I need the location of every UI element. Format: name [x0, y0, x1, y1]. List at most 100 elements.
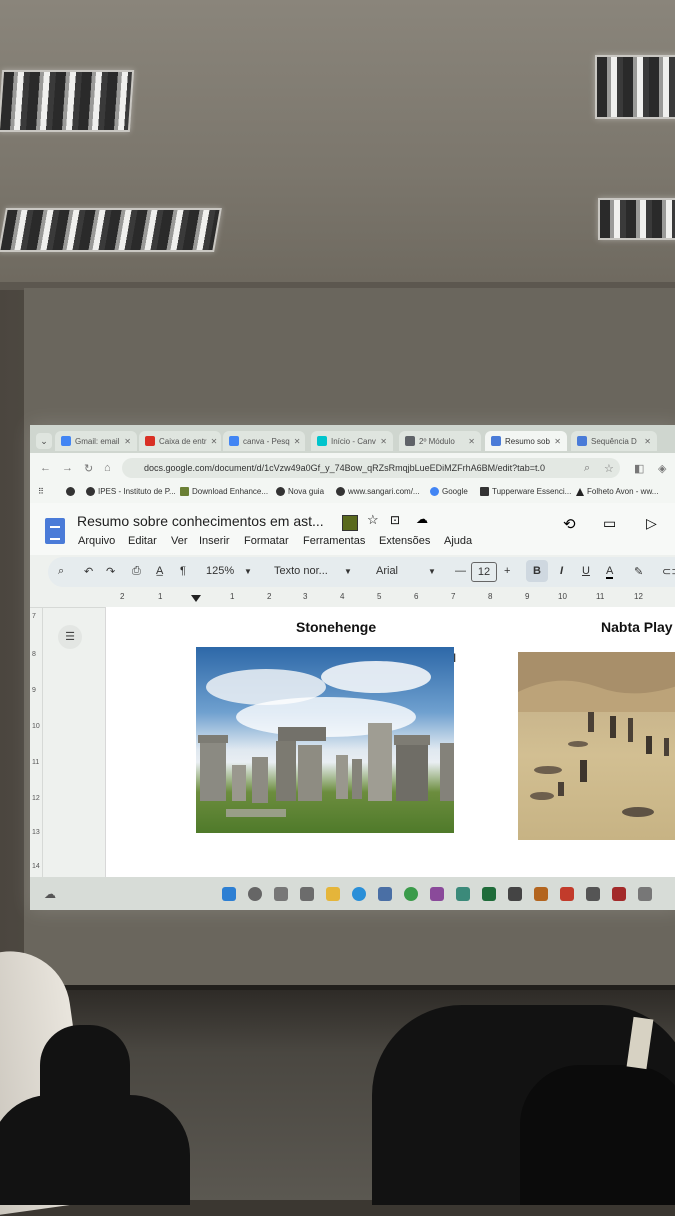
- widgets-icon[interactable]: [300, 887, 314, 901]
- menu-arquivo[interactable]: Arquivo: [78, 535, 115, 547]
- home-icon[interactable]: ⌂: [104, 462, 111, 474]
- history-icon[interactable]: ⟲: [563, 515, 576, 533]
- chevron-down-icon: ▼: [428, 567, 436, 576]
- app-icon[interactable]: [378, 887, 392, 901]
- browser-tab[interactable]: Caixa de entr ✕: [139, 431, 221, 451]
- forward-icon[interactable]: →: [62, 462, 73, 474]
- bookmark-item[interactable]: Tupperware Essenci...: [480, 487, 571, 496]
- zoom-select[interactable]: 125%: [206, 565, 234, 577]
- docs-logo-icon[interactable]: [45, 518, 65, 544]
- app-icon[interactable]: [638, 887, 652, 901]
- paint-format-icon[interactable]: ¶: [180, 565, 186, 577]
- print-icon[interactable]: ⎙: [132, 565, 141, 578]
- font-size-field[interactable]: 12: [471, 562, 497, 582]
- redo-icon[interactable]: ↷: [106, 565, 115, 578]
- extension-icon[interactable]: ◧: [634, 462, 644, 475]
- app-icon[interactable]: [508, 887, 522, 901]
- spellcheck-icon[interactable]: A̲: [156, 565, 163, 577]
- ruler-number: 7: [32, 613, 36, 620]
- nabta-playa-image[interactable]: [518, 652, 675, 840]
- close-icon[interactable]: ✕: [554, 437, 561, 446]
- increase-font-icon[interactable]: +: [504, 565, 510, 577]
- ruler-number: 2: [120, 592, 125, 601]
- ruler-number: 1: [230, 592, 235, 601]
- menu-formatar[interactable]: Formatar: [244, 535, 289, 547]
- ruler-number: 11: [32, 759, 40, 766]
- bookmark-item[interactable]: Folheto Avon - ww...: [576, 487, 658, 496]
- close-icon[interactable]: ✕: [644, 437, 651, 446]
- ceiling-light: [598, 198, 675, 240]
- app-icon[interactable]: [560, 887, 574, 901]
- meet-icon[interactable]: ▷: [646, 515, 657, 532]
- text-color-button[interactable]: A: [606, 565, 614, 579]
- italic-button[interactable]: I: [560, 565, 563, 577]
- close-icon[interactable]: ✕: [380, 437, 387, 446]
- close-icon[interactable]: ✕: [211, 437, 218, 446]
- menu-inserir[interactable]: Inserir: [199, 535, 230, 547]
- app-icon[interactable]: [430, 887, 444, 901]
- document-outline-button[interactable]: ☰: [58, 625, 82, 649]
- browser-tab[interactable]: 2º Módulo ✕: [399, 431, 481, 451]
- document-title[interactable]: Resumo sobre conhecimentos em ast...: [77, 513, 324, 529]
- task-view-icon[interactable]: [274, 887, 288, 901]
- menu-editar[interactable]: Editar: [128, 535, 157, 547]
- underline-button[interactable]: U: [582, 565, 590, 577]
- search-icon[interactable]: ⌕: [58, 565, 64, 578]
- menu-ver[interactable]: Ver: [171, 535, 188, 547]
- menu-ferramentas[interactable]: Ferramentas: [303, 535, 365, 547]
- apps-icon[interactable]: ⠿: [38, 487, 44, 496]
- link-icon[interactable]: ⊂⊃: [662, 565, 675, 578]
- app-icon[interactable]: [612, 887, 626, 901]
- browser-tab-active[interactable]: Resumo sob ✕: [485, 431, 567, 451]
- app-icon[interactable]: [586, 887, 600, 901]
- app-icon[interactable]: [456, 887, 470, 901]
- browser-tab[interactable]: Gmail: email ✕: [55, 431, 137, 451]
- url-field[interactable]: docs.google.com/document/d/1cVzw49a0Gf_y…: [122, 458, 620, 478]
- bookmark-star-icon[interactable]: ☆: [604, 462, 614, 475]
- highlight-icon[interactable]: ✎: [634, 565, 643, 578]
- bookmarks-bar: ⠿ IPES - Instituto de P... Download Enha…: [30, 483, 675, 503]
- comment-icon[interactable]: ▭: [603, 515, 616, 532]
- cloud-status-icon[interactable]: ☁: [416, 512, 428, 526]
- browser-tab[interactable]: Início - Canv ✕: [311, 431, 393, 451]
- star-icon[interactable]: ☆: [367, 512, 379, 528]
- weather-icon[interactable]: ☁: [44, 887, 56, 901]
- close-icon[interactable]: ✕: [294, 437, 301, 446]
- file-explorer-icon[interactable]: [326, 887, 340, 901]
- chrome-icon[interactable]: [404, 887, 418, 901]
- back-icon[interactable]: ←: [40, 462, 51, 474]
- decrease-font-icon[interactable]: —: [455, 565, 466, 577]
- bookmark-item[interactable]: IPES - Instituto de P...: [86, 487, 176, 496]
- stonehenge-image[interactable]: [196, 647, 454, 833]
- bold-button[interactable]: B: [526, 560, 548, 582]
- edge-icon[interactable]: [352, 887, 366, 901]
- undo-icon[interactable]: ↶: [84, 565, 93, 578]
- close-icon[interactable]: ✕: [124, 437, 131, 446]
- close-icon[interactable]: ✕: [468, 437, 475, 446]
- bookmark-icon[interactable]: [66, 487, 75, 496]
- chevron-down-icon: ▼: [244, 567, 252, 576]
- move-folder-icon[interactable]: ⊡: [390, 513, 400, 527]
- browser-tab[interactable]: canva - Pesq ✕: [223, 431, 305, 451]
- menu-ajuda[interactable]: Ajuda: [444, 535, 472, 547]
- zoom-icon[interactable]: ⌕: [584, 462, 590, 475]
- app-icon[interactable]: [482, 887, 496, 901]
- bookmark-item[interactable]: Nova guia: [276, 487, 324, 496]
- tab-search-button[interactable]: ⌄: [36, 433, 52, 449]
- app-icon[interactable]: [534, 887, 548, 901]
- google-icon: [229, 436, 239, 446]
- start-icon[interactable]: [222, 887, 236, 901]
- bookmark-item[interactable]: Google: [430, 487, 468, 496]
- bookmark-item[interactable]: Download Enhance...: [180, 487, 268, 496]
- style-select[interactable]: Texto nor...: [274, 565, 328, 577]
- address-bar-row: ← → ↻ ⌂ docs.google.com/document/d/1cVzw…: [30, 453, 675, 483]
- extension-icon[interactable]: ◈: [658, 462, 666, 475]
- search-icon[interactable]: [248, 887, 262, 901]
- font-select[interactable]: Arial: [376, 565, 398, 577]
- reload-icon[interactable]: ↻: [84, 462, 93, 475]
- browser-tab[interactable]: Sequência D ✕: [571, 431, 657, 451]
- bookmark-item[interactable]: www.sangari.com/...: [336, 487, 420, 496]
- menu-extensoes[interactable]: Extensões: [379, 535, 430, 547]
- extension-icon[interactable]: [342, 515, 358, 531]
- indent-marker-icon[interactable]: [191, 595, 201, 602]
